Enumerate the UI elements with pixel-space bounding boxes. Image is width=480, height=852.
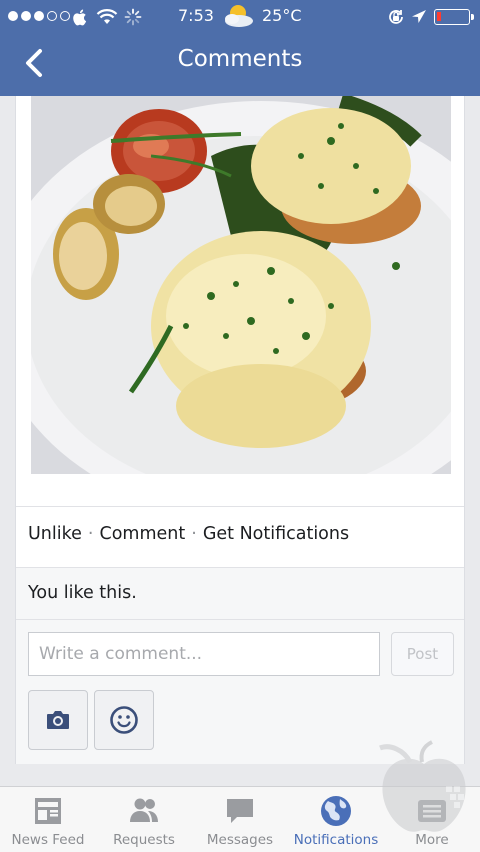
tab-label: Notifications [293,832,379,848]
separator-dot: · [191,524,197,544]
page-title: Comments [177,46,303,72]
divider [16,506,464,507]
signal-dot [47,11,57,21]
battery-nub [471,14,474,20]
smiley-icon [110,706,138,734]
friends-icon [130,798,158,822]
likes-text: You like this. [28,583,137,603]
tab-requests[interactable]: Requests [96,787,192,852]
temperature: 25°C [262,6,302,25]
wifi-icon [96,9,118,24]
tab-news-feed[interactable]: News Feed [0,787,96,852]
weather-icon [225,5,253,27]
apple-icon [73,9,87,26]
signal-dot [8,11,18,21]
post-card: Unlike · Comment · Get Notifications You lik… [15,96,465,764]
signal-dot [21,11,31,21]
battery-level [437,12,441,21]
tab-label: Messages [206,832,274,848]
top-bar: 7:53 25°C Comments [0,0,480,96]
chat-bubble-icon [227,799,253,823]
tab-label: Requests [113,832,175,848]
activity-spinner-icon [124,8,142,26]
likes-row: You like this. [16,568,464,620]
news-feed-icon [35,798,61,824]
comment-input[interactable] [28,632,380,676]
separator-dot: · [87,524,94,544]
globe-icon [321,796,351,826]
status-bar: 7:53 25°C [0,0,480,34]
clock: 7:53 [178,6,214,25]
post-actions: Unlike · Comment · Get Notifications [28,524,349,544]
signal-dot [60,11,70,21]
food-photo[interactable] [31,96,451,474]
get-notifications-link[interactable]: Get Notifications [203,524,349,544]
unlike-link[interactable]: Unlike [28,524,82,544]
rotation-lock-icon [389,10,403,24]
watermark-logo [379,740,466,832]
emoji-button[interactable] [94,690,154,750]
location-arrow-icon [412,10,426,23]
tab-notifications[interactable]: Notifications [288,787,384,852]
tab-messages[interactable]: Messages [192,787,288,852]
battery-icon [434,9,474,25]
camera-button[interactable] [28,690,88,750]
signal-dot [34,11,44,21]
comment-link[interactable]: Comment [99,524,185,544]
camera-icon [47,711,69,729]
tab-label: News Feed [11,832,85,848]
signal-strength [8,11,70,21]
post-button[interactable]: Post [391,632,454,676]
